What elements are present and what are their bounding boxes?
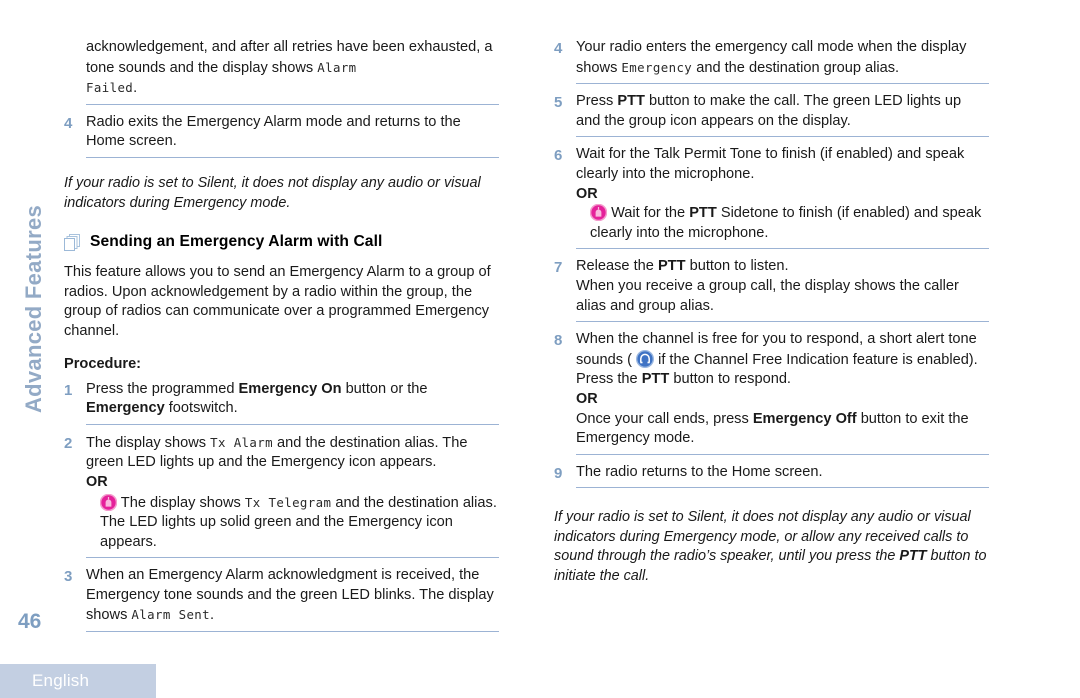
section-intro: This feature allows you to send an Emerg… <box>64 264 491 339</box>
note-text: If your radio is set to Silent, it does … <box>554 508 989 586</box>
lcd-alarm-sent: Alarm Sent <box>131 607 211 623</box>
step-text-fragment: footswitch. <box>164 400 238 417</box>
step-alternative: Once your call ends, press Emergency Off… <box>576 410 989 449</box>
step-alternative: The display shows Tx Telegram and the de… <box>99 493 499 553</box>
step-number: 7 <box>554 259 563 277</box>
note-text: If your radio is set to Silent, it does … <box>64 174 481 211</box>
step-text-fragment: The display shows <box>120 494 245 511</box>
step-text-fragment: Press the programmed <box>86 380 239 397</box>
lcd-alarm: Alarm <box>317 59 357 75</box>
step-number: 4 <box>64 114 73 132</box>
step-row: 4 Your radio enters the emergency call m… <box>554 38 989 85</box>
step-text-bold: Emergency Off <box>752 410 857 427</box>
section-heading: Sending an Emergency Alarm with Call <box>64 233 499 252</box>
step-text-fragment: Release the <box>576 258 658 275</box>
step-text-fragment: button to respond. <box>669 371 791 388</box>
step-alternative: Wait for the PTT Sidetone to finish (if … <box>589 203 989 243</box>
step-text-fragment: button to listen. <box>685 258 789 275</box>
or-separator: OR <box>576 185 598 202</box>
step-row: 5 Press PTT button to make the call. The… <box>554 92 989 138</box>
language-label: English <box>32 671 90 690</box>
pink-radio-icon <box>99 493 118 511</box>
step-number: 8 <box>554 332 563 350</box>
step-text-fragment: . <box>210 607 215 624</box>
step-text: Press the programmed Emergency On button… <box>86 380 499 425</box>
step-text-fragment: Wait for the <box>611 205 690 222</box>
continued-step-text: acknowledgement, and after all retries h… <box>86 38 499 105</box>
section-title: Sending an Emergency Alarm with Call <box>90 233 383 251</box>
step-text-fragment: When you receive a group call, the displ… <box>576 277 959 314</box>
step-number: 5 <box>554 94 563 112</box>
step-text: Your radio enters the emergency call mod… <box>576 38 989 85</box>
pink-radio-icon <box>589 203 608 222</box>
step-row: 8 When the channel is free for you to re… <box>554 330 989 455</box>
step-text: Radio exits the Emergency Alarm mode and… <box>86 113 499 158</box>
step-text: Wait for the Talk Permit Tone to finish … <box>576 145 989 250</box>
step-text-bold: Emergency <box>86 400 165 417</box>
lcd-emergency: Emergency <box>621 59 693 75</box>
step-row: 4 Radio exits the Emergency Alarm mode a… <box>64 113 499 158</box>
or-separator: OR <box>576 390 598 407</box>
step-number: 2 <box>64 434 73 452</box>
step-text-fragment: Once your call ends, press <box>576 410 753 427</box>
lcd-tx-telegram: Tx Telegram <box>244 494 332 510</box>
left-column: acknowledgement, and after all retries h… <box>64 38 499 633</box>
step-text: Release the PTT button to listen. When y… <box>576 257 989 323</box>
step-row: 1 Press the programmed Emergency On butt… <box>64 380 499 425</box>
step-text-fragment: Wait for the Talk Permit Tone to finish … <box>576 146 965 182</box>
page-number: 46 <box>18 610 42 633</box>
step-row: 7 Release the PTT button to listen. When… <box>554 257 989 323</box>
step-text: Press PTT button to make the call. The g… <box>576 92 989 138</box>
language-footer-tab: English <box>0 664 156 698</box>
note-text-bold: PTT <box>899 548 927 565</box>
step-text-bold: PTT <box>689 205 717 222</box>
lcd-tx-alarm: Tx Alarm <box>210 434 273 450</box>
step-text-bold: PTT <box>617 93 645 110</box>
step-row: 6 Wait for the Talk Permit Tone to finis… <box>554 145 989 250</box>
step-text: The radio returns to the Home screen. <box>576 463 989 489</box>
step-text: When an Emergency Alarm acknowledgment i… <box>86 566 499 633</box>
step-text: The display shows Tx Alarm and the desti… <box>86 433 499 559</box>
procedure-label: Procedure: <box>64 355 142 372</box>
step-text-fragment: Press <box>576 93 618 110</box>
step-text-fragment: The display shows <box>86 434 211 451</box>
step-text-fragment: and the destination group alias. <box>692 59 900 76</box>
step-number: 9 <box>554 464 563 482</box>
lcd-failed: Failed <box>86 80 134 96</box>
chapter-side-tab: Advanced Features 46 <box>0 0 58 698</box>
continued-text-after: . <box>133 80 138 97</box>
step-number: 3 <box>64 568 73 586</box>
step-row: 9 The radio returns to the Home screen. <box>554 463 989 489</box>
step-number: 6 <box>554 147 563 165</box>
step-text-fragment: button or the <box>341 380 428 397</box>
continued-text-before: acknowledgement, and after all retries h… <box>86 39 493 76</box>
step-text-bold: Emergency On <box>238 380 342 397</box>
blue-channel-free-icon <box>636 349 655 368</box>
right-column: 4 Your radio enters the emergency call m… <box>554 38 989 587</box>
step-number: 4 <box>554 40 563 57</box>
or-separator: OR <box>86 473 108 490</box>
step-number: 1 <box>64 381 73 399</box>
step-text: When the channel is free for you to resp… <box>576 330 989 455</box>
step-text-bold: PTT <box>657 258 686 275</box>
chapter-tab-label: Advanced Features <box>21 204 46 414</box>
stacked-pages-icon <box>64 234 81 252</box>
step-row: 3 When an Emergency Alarm acknowledgment… <box>64 566 499 633</box>
step-row: 2 The display shows Tx Alarm and the des… <box>64 433 499 559</box>
step-text-bold: PTT <box>641 371 670 388</box>
